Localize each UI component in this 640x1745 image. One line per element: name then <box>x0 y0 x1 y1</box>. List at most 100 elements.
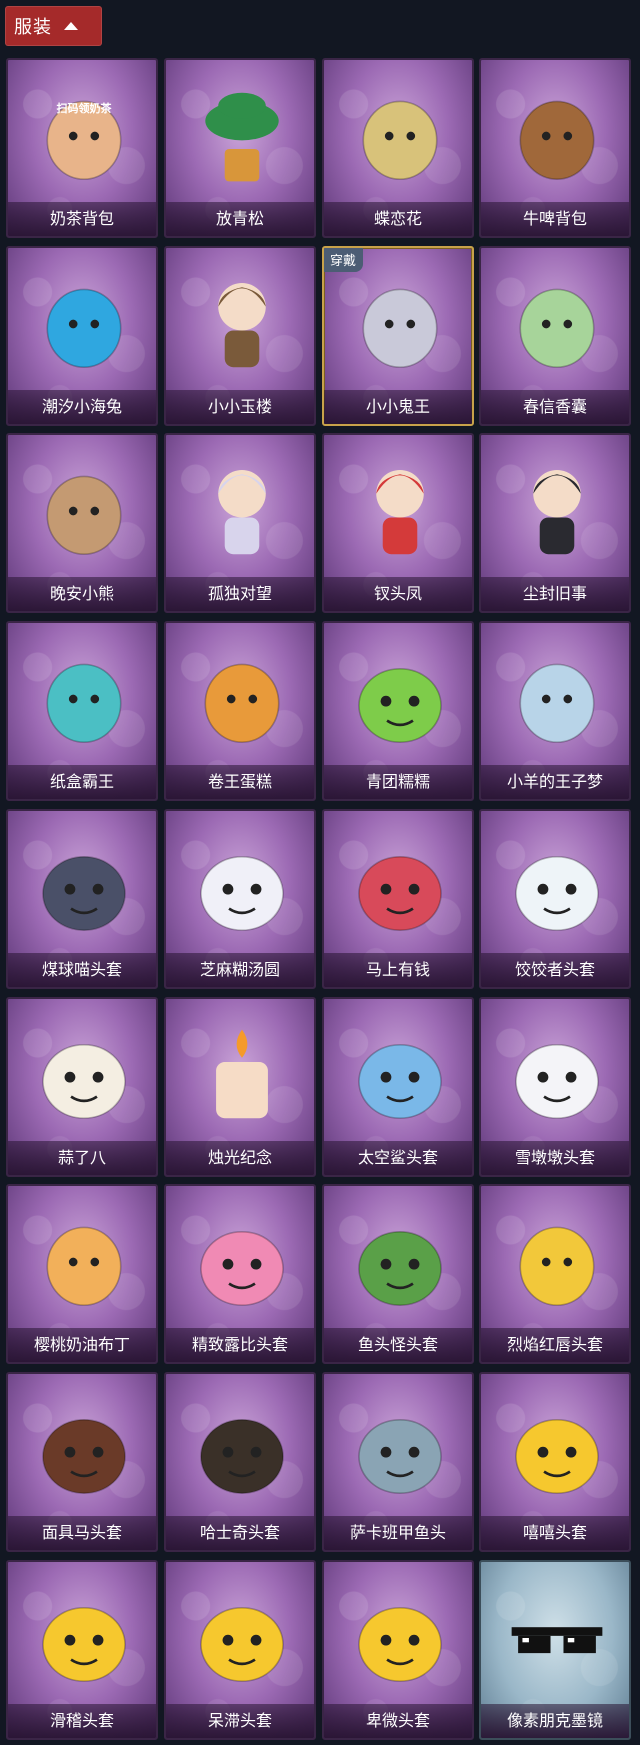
sachet-icon <box>503 270 611 378</box>
milk-tea-bag-icon <box>30 82 138 190</box>
item-name: 奶茶背包 <box>8 202 156 236</box>
item-name: 牛啤背包 <box>481 202 629 236</box>
snowman-head-icon <box>503 1021 611 1129</box>
cat-head-icon <box>30 833 138 941</box>
item-name: 小小鬼王 <box>324 390 472 424</box>
outfit-item-card[interactable]: 青团糯糯 <box>322 621 474 801</box>
roll-cake-icon <box>188 645 296 753</box>
outfit-item-card[interactable]: 蒜了八 <box>6 997 158 1177</box>
item-name: 卷王蛋糕 <box>166 765 314 799</box>
outfit-item-card[interactable]: 滑稽头套 <box>6 1560 158 1740</box>
outfit-item-card[interactable]: 孤独对望 <box>164 433 316 613</box>
outfit-item-card[interactable]: 樱桃奶油布丁 <box>6 1184 158 1364</box>
smirk-emoji-icon <box>30 1584 138 1692</box>
item-grid: 扫码领奶茶 奶茶背包 放青松 蝶恋花 牛啤背包 潮汐小海兔 小小玉楼 穿戴 小小鬼王 春信香囊 晚安… <box>0 0 640 1745</box>
outfit-item-card[interactable]: 小羊的王子梦 <box>479 621 631 801</box>
item-name: 哈士奇头套 <box>166 1516 314 1550</box>
outfit-item-card[interactable]: 萨卡班甲鱼头 <box>322 1372 474 1552</box>
sheep-prince-icon <box>503 645 611 753</box>
outfit-item-card[interactable]: 像素朋克墨镜 <box>479 1560 631 1740</box>
pudding-icon <box>30 1208 138 1316</box>
item-name: 卑微头套 <box>324 1704 472 1738</box>
item-name: 像素朋克墨镜 <box>481 1704 629 1738</box>
item-name: 樱桃奶油布丁 <box>8 1328 156 1362</box>
outfit-item-card[interactable]: 煤球喵头套 <box>6 809 158 989</box>
item-name: 尘封旧事 <box>481 577 629 611</box>
item-name: 钗头凤 <box>324 577 472 611</box>
rice-dumpling-icon <box>188 833 296 941</box>
item-name: 烈焰红唇头套 <box>481 1328 629 1362</box>
outfit-item-card[interactable]: 太空鲨头套 <box>322 997 474 1177</box>
humble-emoji-icon <box>346 1584 454 1692</box>
outfit-item-card[interactable]: 鱼头怪头套 <box>322 1184 474 1364</box>
item-name: 放青松 <box>166 202 314 236</box>
outfit-item-card[interactable]: 烈焰红唇头套 <box>479 1184 631 1364</box>
outfit-item-card[interactable]: 尘封旧事 <box>479 433 631 613</box>
garlic-icon <box>30 1021 138 1129</box>
outfit-item-card[interactable]: 放青松 <box>164 58 316 238</box>
outfit-item-card[interactable]: 面具马头套 <box>6 1372 158 1552</box>
chibi-ghost-king-icon <box>346 270 454 378</box>
item-name: 纸盒霸王 <box>8 765 156 799</box>
item-name: 青团糯糯 <box>324 765 472 799</box>
item-name: 面具马头套 <box>8 1516 156 1550</box>
outfit-item-card[interactable]: 饺饺者头套 <box>479 809 631 989</box>
printed-label: 扫码领奶茶 <box>56 102 112 115</box>
outfit-item-card[interactable]: 蝶恋花 <box>322 58 474 238</box>
item-name: 萨卡班甲鱼头 <box>324 1516 472 1550</box>
item-name: 嘻嘻头套 <box>481 1516 629 1550</box>
green-rice-ball-icon <box>346 645 454 753</box>
item-name: 精致露比头套 <box>166 1328 314 1362</box>
outfit-item-card[interactable]: 钗头凤 <box>322 433 474 613</box>
item-name: 潮汐小海兔 <box>8 390 156 424</box>
item-name: 烛光纪念 <box>166 1141 314 1175</box>
blue-sea-bunny-icon <box>30 270 138 378</box>
outfit-item-card[interactable]: 雪墩墩头套 <box>479 997 631 1177</box>
outfit-item-card[interactable]: 纸盒霸王 <box>6 621 158 801</box>
outfit-item-card[interactable]: 穿戴 小小鬼王 <box>322 246 474 426</box>
outfit-item-card[interactable]: 晚安小熊 <box>6 433 158 613</box>
item-name: 呆滞头套 <box>166 1704 314 1738</box>
white-hair-figure-icon <box>188 457 296 565</box>
outfit-item-card[interactable]: 扫码领奶茶 奶茶背包 <box>6 58 158 238</box>
outfit-item-card[interactable]: 马上有钱 <box>322 809 474 989</box>
outfit-item-card[interactable]: 春信香囊 <box>479 246 631 426</box>
item-name: 煤球喵头套 <box>8 953 156 987</box>
horse-mask-icon <box>30 1396 138 1504</box>
red-horse-icon <box>346 833 454 941</box>
butterfly-bell-icon <box>346 82 454 190</box>
outfit-item-card[interactable]: 卑微头套 <box>322 1560 474 1740</box>
sacabambaspis-icon <box>346 1396 454 1504</box>
outfit-item-card[interactable]: 芝麻糊汤圆 <box>164 809 316 989</box>
outfit-item-card[interactable]: 卷王蛋糕 <box>164 621 316 801</box>
item-name: 芝麻糊汤圆 <box>166 953 314 987</box>
outfit-item-card[interactable]: 小小玉楼 <box>164 246 316 426</box>
chibi-figure-icon <box>188 270 296 378</box>
item-name: 马上有钱 <box>324 953 472 987</box>
outfit-item-card[interactable]: 烛光纪念 <box>164 997 316 1177</box>
pika-sunglasses-icon <box>503 1208 611 1316</box>
dazed-emoji-icon <box>188 1584 296 1692</box>
item-name: 小小玉楼 <box>166 390 314 424</box>
item-name: 雪墩墩头套 <box>481 1141 629 1175</box>
cow-beer-barrel-icon <box>503 82 611 190</box>
outfit-item-card[interactable]: 嘻嘻头套 <box>479 1372 631 1552</box>
item-name: 蒜了八 <box>8 1141 156 1175</box>
item-name: 孤独对望 <box>166 577 314 611</box>
equipped-badge: 穿戴 <box>324 248 364 272</box>
pink-beaver-icon <box>188 1208 296 1316</box>
dumpling-cloud-icon <box>503 833 611 941</box>
item-name: 春信香囊 <box>481 390 629 424</box>
outfit-item-card[interactable]: 牛啤背包 <box>479 58 631 238</box>
item-name: 滑稽头套 <box>8 1704 156 1738</box>
shark-head-icon <box>346 1021 454 1129</box>
grin-emoji-icon <box>503 1396 611 1504</box>
outfit-item-card[interactable]: 哈士奇头套 <box>164 1372 316 1552</box>
outfit-item-card[interactable]: 潮汐小海兔 <box>6 246 158 426</box>
item-name: 鱼头怪头套 <box>324 1328 472 1362</box>
outfit-item-card[interactable]: 呆滞头套 <box>164 1560 316 1740</box>
fish-head-icon <box>346 1208 454 1316</box>
item-name: 蝶恋花 <box>324 202 472 236</box>
candle-icon <box>188 1021 296 1129</box>
outfit-item-card[interactable]: 精致露比头套 <box>164 1184 316 1364</box>
